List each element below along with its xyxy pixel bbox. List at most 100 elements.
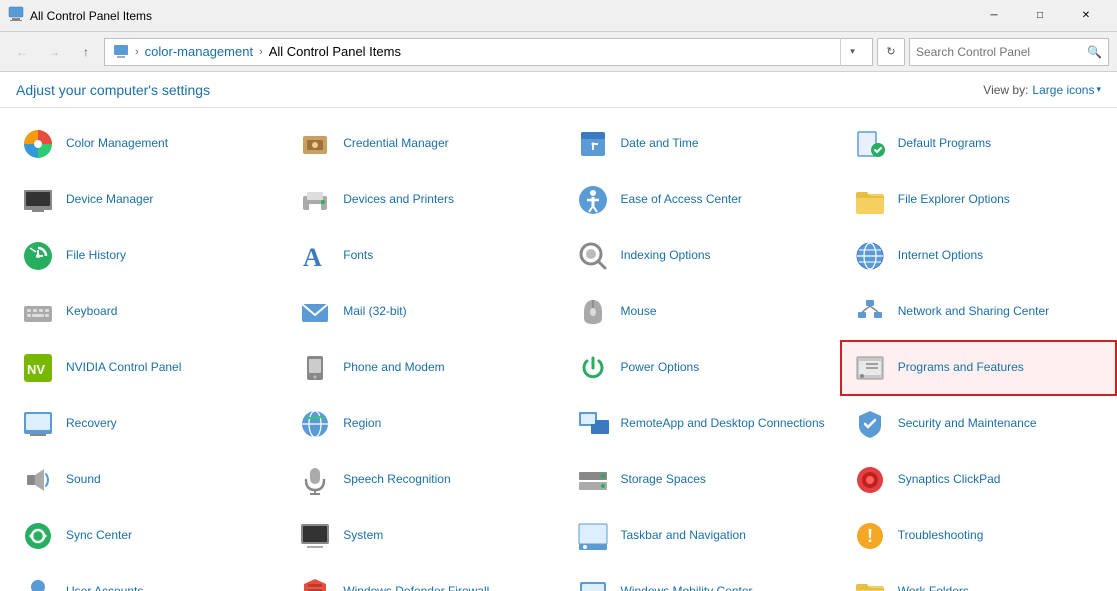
item-label-troubleshooting: Troubleshooting: [898, 528, 984, 544]
item-label-storage-spaces: Storage Spaces: [621, 472, 706, 488]
item-icon-fonts: A: [295, 236, 335, 276]
item-remoteapp[interactable]: RemoteApp and Desktop Connections: [563, 396, 840, 452]
page-heading: Adjust your computer's settings: [16, 82, 983, 98]
item-icon-nvidia: NV: [18, 348, 58, 388]
item-label-keyboard: Keyboard: [66, 304, 117, 320]
item-icon-recovery: [18, 404, 58, 444]
item-icon-indexing: [573, 236, 613, 276]
svg-text:NV: NV: [27, 362, 45, 377]
item-storage-spaces[interactable]: Storage Spaces: [563, 452, 840, 508]
item-label-security-maintenance: Security and Maintenance: [898, 416, 1037, 432]
item-label-default-programs: Default Programs: [898, 136, 991, 152]
forward-button[interactable]: →: [40, 38, 68, 66]
maximize-button[interactable]: □: [1017, 0, 1063, 32]
search-box[interactable]: 🔍: [909, 38, 1109, 66]
content-area: Color Management Credential ManagerDate a…: [0, 108, 1117, 591]
item-label-network-sharing: Network and Sharing Center: [898, 304, 1049, 320]
item-devices-printers[interactable]: Devices and Printers: [285, 172, 562, 228]
breadcrumb-control-panel[interactable]: color-management: [145, 44, 253, 59]
svg-text:!: !: [867, 526, 873, 546]
viewby-label: View by:: [983, 83, 1028, 97]
item-label-indexing: Indexing Options: [621, 248, 711, 264]
titlebar-icon: [8, 6, 24, 25]
item-icon-speech: [295, 460, 335, 500]
item-label-region: Region: [343, 416, 381, 432]
item-taskbar[interactable]: Taskbar and Navigation: [563, 508, 840, 564]
item-windows-defender[interactable]: Windows Defender Firewall: [285, 564, 562, 591]
item-internet-options[interactable]: Internet Options: [840, 228, 1117, 284]
item-color-management[interactable]: Color Management: [8, 116, 285, 172]
item-speech[interactable]: Speech Recognition: [285, 452, 562, 508]
viewby-value[interactable]: Large icons: [1032, 83, 1094, 97]
item-default-programs[interactable]: Default Programs: [840, 116, 1117, 172]
breadcrumb-all-items: All Control Panel Items: [269, 44, 401, 59]
item-label-ease-of-access: Ease of Access Center: [621, 192, 742, 208]
item-date-time[interactable]: Date and Time: [563, 116, 840, 172]
item-icon-ease-of-access: [573, 180, 613, 220]
item-label-fonts: Fonts: [343, 248, 373, 264]
back-button[interactable]: ←: [8, 38, 36, 66]
item-troubleshooting[interactable]: ! Troubleshooting: [840, 508, 1117, 564]
item-user-accounts[interactable]: User Accounts: [8, 564, 285, 591]
item-icon-windows-defender: [295, 572, 335, 591]
item-phone-modem[interactable]: Phone and Modem: [285, 340, 562, 396]
item-keyboard[interactable]: Keyboard: [8, 284, 285, 340]
item-icon-security-maintenance: [850, 404, 890, 444]
item-system[interactable]: System: [285, 508, 562, 564]
minimize-button[interactable]: ─: [971, 0, 1017, 32]
item-file-explorer[interactable]: File Explorer Options: [840, 172, 1117, 228]
item-label-synaptics: Synaptics ClickPad: [898, 472, 1001, 488]
item-icon-synaptics: [850, 460, 890, 500]
item-fonts[interactable]: A Fonts: [285, 228, 562, 284]
item-credential-manager[interactable]: Credential Manager: [285, 116, 562, 172]
up-button[interactable]: ↑: [72, 38, 100, 66]
item-windows-mobility[interactable]: Windows Mobility Center: [563, 564, 840, 591]
item-icon-keyboard: [18, 292, 58, 332]
viewby-arrow-icon[interactable]: ▾: [1096, 84, 1101, 95]
item-label-mouse: Mouse: [621, 304, 657, 320]
item-label-remoteapp: RemoteApp and Desktop Connections: [621, 416, 825, 432]
item-indexing[interactable]: Indexing Options: [563, 228, 840, 284]
item-ease-of-access[interactable]: Ease of Access Center: [563, 172, 840, 228]
item-security-maintenance[interactable]: Security and Maintenance: [840, 396, 1117, 452]
item-icon-credential-manager: [295, 124, 335, 164]
item-icon-taskbar: [573, 516, 613, 556]
item-mouse[interactable]: Mouse: [563, 284, 840, 340]
item-sync-center[interactable]: Sync Center: [8, 508, 285, 564]
item-nvidia[interactable]: NV NVIDIA Control Panel: [8, 340, 285, 396]
item-work-folders[interactable]: Work Folders: [840, 564, 1117, 591]
item-label-color-management: Color Management: [66, 136, 168, 152]
item-programs-features[interactable]: Programs and Features: [840, 340, 1117, 396]
item-icon-power-options: [573, 348, 613, 388]
item-label-recovery: Recovery: [66, 416, 117, 432]
item-icon-file-explorer: [850, 180, 890, 220]
item-label-file-explorer: File Explorer Options: [898, 192, 1010, 208]
item-label-speech: Speech Recognition: [343, 472, 450, 488]
item-network-sharing[interactable]: Network and Sharing Center: [840, 284, 1117, 340]
item-mail[interactable]: Mail (32-bit): [285, 284, 562, 340]
item-label-nvidia: NVIDIA Control Panel: [66, 360, 181, 376]
address-dropdown[interactable]: ▾: [840, 38, 864, 66]
item-power-options[interactable]: Power Options: [563, 340, 840, 396]
titlebar-title: All Control Panel Items: [30, 9, 971, 23]
item-device-manager[interactable]: Device Manager: [8, 172, 285, 228]
item-recovery[interactable]: Recovery: [8, 396, 285, 452]
item-sound[interactable]: Sound: [8, 452, 285, 508]
item-region[interactable]: Region: [285, 396, 562, 452]
breadcrumb-sep1: ›: [135, 46, 139, 58]
close-button[interactable]: ✕: [1063, 0, 1109, 32]
item-label-programs-features: Programs and Features: [898, 360, 1024, 376]
item-icon-network-sharing: [850, 292, 890, 332]
address-icon: [113, 44, 129, 60]
item-label-mail: Mail (32-bit): [343, 304, 406, 320]
item-label-sound: Sound: [66, 472, 101, 488]
item-icon-sync-center: [18, 516, 58, 556]
item-icon-file-history: [18, 236, 58, 276]
item-label-windows-mobility: Windows Mobility Center: [621, 584, 753, 591]
titlebar: All Control Panel Items ─ □ ✕: [0, 0, 1117, 32]
item-synaptics[interactable]: Synaptics ClickPad: [840, 452, 1117, 508]
search-input[interactable]: [916, 45, 1083, 59]
refresh-button[interactable]: ↻: [877, 38, 905, 66]
item-file-history[interactable]: File History: [8, 228, 285, 284]
address-box[interactable]: › color-management › All Control Panel I…: [104, 38, 873, 66]
